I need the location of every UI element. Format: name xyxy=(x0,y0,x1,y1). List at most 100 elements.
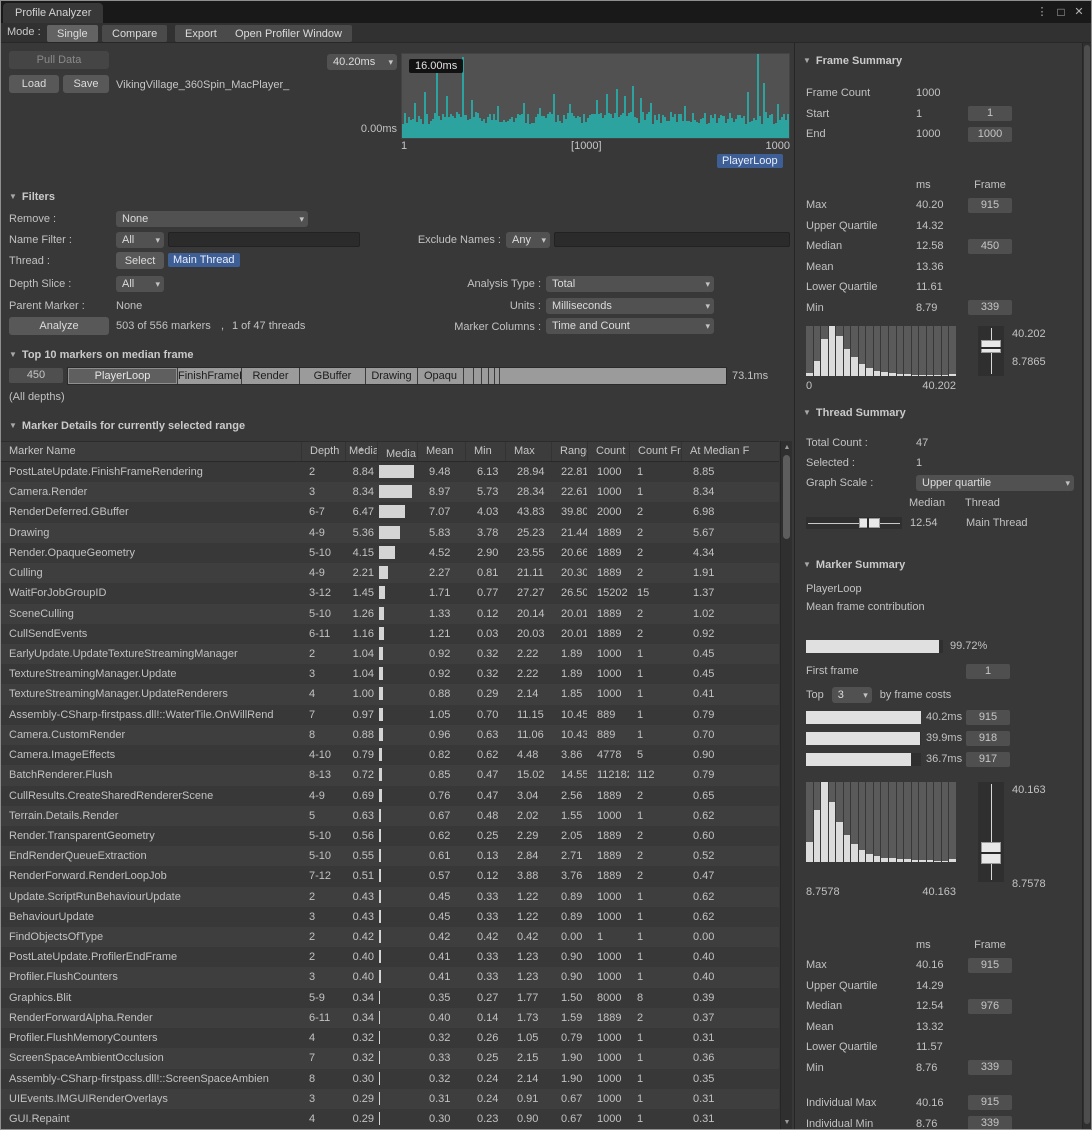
table-row[interactable]: Profiler.FlushMemoryCounters40.320.320.2… xyxy=(1,1028,779,1048)
name-filter-input[interactable] xyxy=(168,232,360,247)
frame-time-chart[interactable]: 16.00ms xyxy=(401,53,790,139)
top-count-dropdown[interactable]: 3▾ xyxy=(832,687,872,703)
window-menu-icon[interactable]: ⋮ xyxy=(1033,1,1051,23)
frame-badge[interactable]: 915 xyxy=(968,198,1012,213)
table-row[interactable]: Assembly-CSharp-firstpass.dll!::ScreenSp… xyxy=(1,1069,779,1089)
table-column-header[interactable]: Depth xyxy=(301,442,345,461)
table-row[interactable]: Camera.ImageEffects4-100.790.820.624.483… xyxy=(1,745,779,765)
depth-slice-dropdown[interactable]: All▾ xyxy=(116,276,164,292)
frame-badge[interactable]: 976 xyxy=(968,999,1012,1014)
exclude-names-input[interactable] xyxy=(554,232,790,247)
tab-profile-analyzer[interactable]: Profile Analyzer xyxy=(3,3,103,23)
table-column-header[interactable]: Marker Name xyxy=(1,442,301,461)
median-frame-badge[interactable]: 450 xyxy=(9,368,63,383)
export-button[interactable]: Export xyxy=(175,25,227,42)
units-dropdown[interactable]: Milliseconds▾ xyxy=(546,298,714,314)
frame-badge[interactable]: 1000 xyxy=(968,127,1012,142)
table-column-header[interactable]: Media xyxy=(377,442,417,461)
table-row[interactable]: CullSendEvents6-111.161.210.0320.0320.01… xyxy=(1,624,779,644)
top10-segment[interactable]: Drawing xyxy=(366,368,418,384)
pull-data-button[interactable]: Pull Data xyxy=(9,51,109,69)
save-button[interactable]: Save xyxy=(63,75,109,93)
thread-row[interactable]: 12.54 Main Thread xyxy=(795,514,1084,532)
frame-badge[interactable]: 1 xyxy=(968,106,1012,121)
table-row[interactable]: RenderForward.RenderLoopJob7-120.510.570… xyxy=(1,866,779,886)
table-row[interactable]: SceneCulling5-101.261.330.1220.1420.0118… xyxy=(1,604,779,624)
remove-dropdown[interactable]: None▾ xyxy=(116,211,308,227)
table-row[interactable]: Camera.CustomRender80.880.960.6311.0610.… xyxy=(1,725,779,745)
filters-section-header[interactable]: ▼Filters xyxy=(9,191,55,203)
marker-details-section-header[interactable]: ▼Marker Details for currently selected r… xyxy=(9,420,245,432)
top10-segment[interactable]: FinishFrameR xyxy=(178,368,242,384)
table-row[interactable]: BatchRenderer.Flush8-130.720.850.4715.02… xyxy=(1,765,779,785)
table-scrollbar-thumb[interactable] xyxy=(783,455,790,539)
mode-compare-button[interactable]: Compare xyxy=(102,25,167,42)
exclude-scope-dropdown[interactable]: Any▾ xyxy=(506,232,550,248)
scroll-down-icon[interactable]: ▼ xyxy=(781,1117,793,1128)
table-column-header[interactable]: Max xyxy=(505,442,551,461)
frame-badge[interactable]: 915 xyxy=(968,1095,1012,1110)
top10-segment[interactable] xyxy=(482,368,489,384)
analysis-type-dropdown[interactable]: Total▾ xyxy=(546,276,714,292)
mode-single-button[interactable]: Single xyxy=(47,25,98,42)
frame-badge[interactable]: 339 xyxy=(968,300,1012,315)
table-row[interactable]: WaitForJobGroupID3-121.451.710.7727.2726… xyxy=(1,583,779,603)
chart-scale-dropdown[interactable]: 40.20ms ▾ xyxy=(327,54,397,70)
frame-summary-header[interactable]: ▼Frame Summary xyxy=(795,55,1084,69)
top10-segment[interactable]: Opaqu xyxy=(418,368,464,384)
panel-scrollbar[interactable] xyxy=(1082,43,1091,1129)
top10-segment[interactable]: Render xyxy=(242,368,300,384)
marker-columns-dropdown[interactable]: Time and Count▾ xyxy=(546,318,714,334)
top10-segment[interactable]: PlayerLoop xyxy=(68,368,178,384)
analyze-button[interactable]: Analyze xyxy=(9,317,109,335)
thread-summary-header[interactable]: ▼Thread Summary xyxy=(795,407,1084,421)
frame-badge[interactable]: 915 xyxy=(966,710,1010,725)
top10-segment[interactable] xyxy=(500,368,726,384)
table-row[interactable]: ScreenSpaceAmbientOcclusion70.320.330.25… xyxy=(1,1048,779,1068)
table-row[interactable]: Render.OpaqueGeometry5-104.154.522.9023.… xyxy=(1,543,779,563)
top10-section-header[interactable]: ▼Top 10 markers on median frame xyxy=(9,349,194,361)
maximize-icon[interactable]: □ xyxy=(1052,1,1070,23)
close-icon[interactable]: ✕ xyxy=(1070,1,1088,23)
first-frame-badge[interactable]: 1 xyxy=(966,664,1010,679)
open-profiler-window-button[interactable]: Open Profiler Window xyxy=(225,25,352,42)
table-row[interactable]: GUI.Repaint40.290.300.230.900.67100010.3… xyxy=(1,1109,779,1129)
table-row[interactable]: Drawing4-95.365.833.7825.2321.44188925.6… xyxy=(1,523,779,543)
table-row[interactable]: RenderForwardAlpha.Render6-110.340.400.1… xyxy=(1,1008,779,1028)
ms-histogram[interactable] xyxy=(806,782,956,862)
table-row[interactable]: Camera.Render38.348.975.7328.3422.611000… xyxy=(1,482,779,502)
top10-segment[interactable]: GBuffer xyxy=(300,368,366,384)
table-column-header[interactable]: At Median F xyxy=(681,442,767,461)
table-row[interactable]: Render.TransparentGeometry5-100.560.620.… xyxy=(1,826,779,846)
table-row[interactable]: Graphics.Blit5-90.340.350.271.771.508000… xyxy=(1,988,779,1008)
frame-badge[interactable]: 339 xyxy=(968,1060,1012,1075)
table-scrollbar[interactable]: ▲ ▼ xyxy=(780,441,792,1129)
top10-segment[interactable] xyxy=(464,368,474,384)
table-row[interactable]: Culling4-92.212.270.8121.1120.30188921.9… xyxy=(1,563,779,583)
table-row[interactable]: EndRenderQueueExtraction5-100.550.610.13… xyxy=(1,846,779,866)
table-row[interactable]: PostLateUpdate.FinishFrameRendering28.84… xyxy=(1,462,779,482)
table-row[interactable]: UIEvents.IMGUIRenderOverlays30.290.310.2… xyxy=(1,1089,779,1109)
frame-badge[interactable]: 915 xyxy=(968,958,1012,973)
table-row[interactable]: TextureStreamingManager.UpdateRenderers4… xyxy=(1,684,779,704)
table-row[interactable]: Update.ScriptRunBehaviourUpdate20.430.45… xyxy=(1,887,779,907)
table-column-header[interactable]: Mean xyxy=(417,442,465,461)
name-filter-scope-dropdown[interactable]: All▾ xyxy=(116,232,164,248)
table-column-header[interactable]: Count xyxy=(587,442,629,461)
table-row[interactable]: FindObjectsOfType20.420.420.420.420.0011… xyxy=(1,927,779,947)
frame-badge[interactable]: 339 xyxy=(968,1116,1012,1129)
table-row[interactable]: PostLateUpdate.ProfilerEndFrame20.400.41… xyxy=(1,947,779,967)
table-row[interactable]: CullResults.CreateSharedRendererScene4-9… xyxy=(1,786,779,806)
frame-badge[interactable]: 917 xyxy=(966,752,1010,767)
thread-select-button[interactable]: Select xyxy=(116,252,164,269)
graph-scale-dropdown[interactable]: Upper quartile▾ xyxy=(916,475,1074,491)
table-row[interactable]: Terrain.Details.Render50.630.670.482.021… xyxy=(1,806,779,826)
table-row[interactable]: Assembly-CSharp-firstpass.dll!::WaterTil… xyxy=(1,705,779,725)
table-column-header[interactable]: Count Fra xyxy=(629,442,681,461)
table-column-header[interactable]: Range xyxy=(551,442,587,461)
fs-histogram[interactable] xyxy=(806,326,956,376)
table-row[interactable]: RenderDeferred.GBuffer6-76.477.074.0343.… xyxy=(1,502,779,522)
panel-scrollbar-thumb[interactable] xyxy=(1084,45,1090,1124)
table-row[interactable]: BehaviourUpdate30.430.450.331.220.891000… xyxy=(1,907,779,927)
table-row[interactable]: Profiler.FlushCounters30.400.410.331.230… xyxy=(1,967,779,987)
